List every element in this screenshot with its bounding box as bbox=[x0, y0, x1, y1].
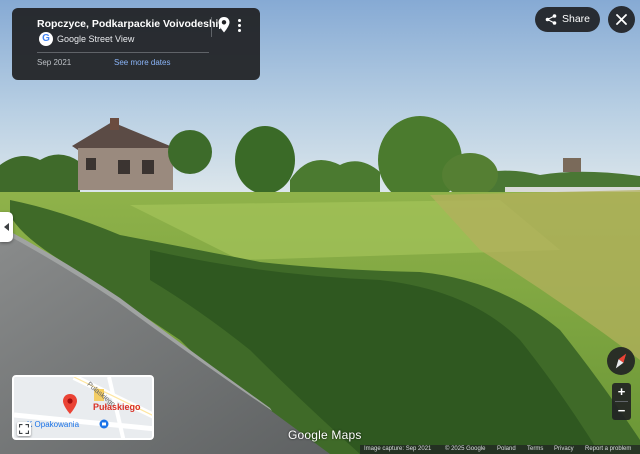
location-title: Ropczyce, Podkarpackie Voivodeship bbox=[37, 18, 225, 30]
country-link[interactable]: Poland bbox=[497, 445, 516, 454]
card-divider bbox=[37, 52, 209, 53]
capture-date: Sep 2021 bbox=[37, 58, 72, 67]
privacy-link[interactable]: Privacy bbox=[554, 445, 574, 454]
chevron-left-icon bbox=[4, 223, 9, 231]
close-button[interactable] bbox=[608, 6, 635, 33]
pin-icon[interactable] bbox=[217, 16, 231, 34]
mini-map[interactable]: Pułaskiego Pułaskiego K Opakowania bbox=[12, 375, 154, 440]
card-separator bbox=[211, 17, 212, 37]
compass-icon bbox=[615, 353, 627, 369]
terms-link[interactable]: Terms bbox=[527, 445, 543, 454]
google-logo-icon: G bbox=[39, 32, 53, 46]
fullscreen-icon[interactable] bbox=[17, 422, 31, 436]
google-maps-watermark: Google Maps bbox=[288, 428, 362, 442]
attribution-footer: Image capture: Sep 2021 © 2025 Google Po… bbox=[360, 445, 640, 454]
copyright-text: © 2025 Google bbox=[445, 446, 486, 452]
zoom-in-button[interactable]: + bbox=[612, 383, 631, 401]
compass-button[interactable] bbox=[607, 347, 635, 375]
zoom-controls: + − bbox=[612, 383, 631, 420]
pin-icon bbox=[63, 394, 77, 414]
share-icon bbox=[545, 14, 557, 25]
location-info-card: Ropczyce, Podkarpackie Voivodeship G Goo… bbox=[12, 8, 260, 80]
imagery-source: Google Street View bbox=[57, 34, 135, 44]
more-vert-icon[interactable] bbox=[234, 16, 244, 34]
mini-map-place-label: Pułaskiego bbox=[93, 402, 141, 412]
collapse-side-panel-button[interactable] bbox=[0, 212, 13, 242]
share-button[interactable]: Share bbox=[535, 7, 600, 32]
mini-map-shop-label: K Opakowania bbox=[27, 420, 80, 429]
share-label: Share bbox=[562, 13, 591, 25]
image-capture-text: Image capture: Sep 2021 bbox=[364, 446, 432, 452]
see-more-dates-link[interactable]: See more dates bbox=[114, 58, 170, 67]
zoom-out-button[interactable]: − bbox=[612, 402, 631, 420]
close-icon bbox=[616, 14, 627, 25]
report-problem-link[interactable]: Report a problem bbox=[585, 445, 631, 454]
